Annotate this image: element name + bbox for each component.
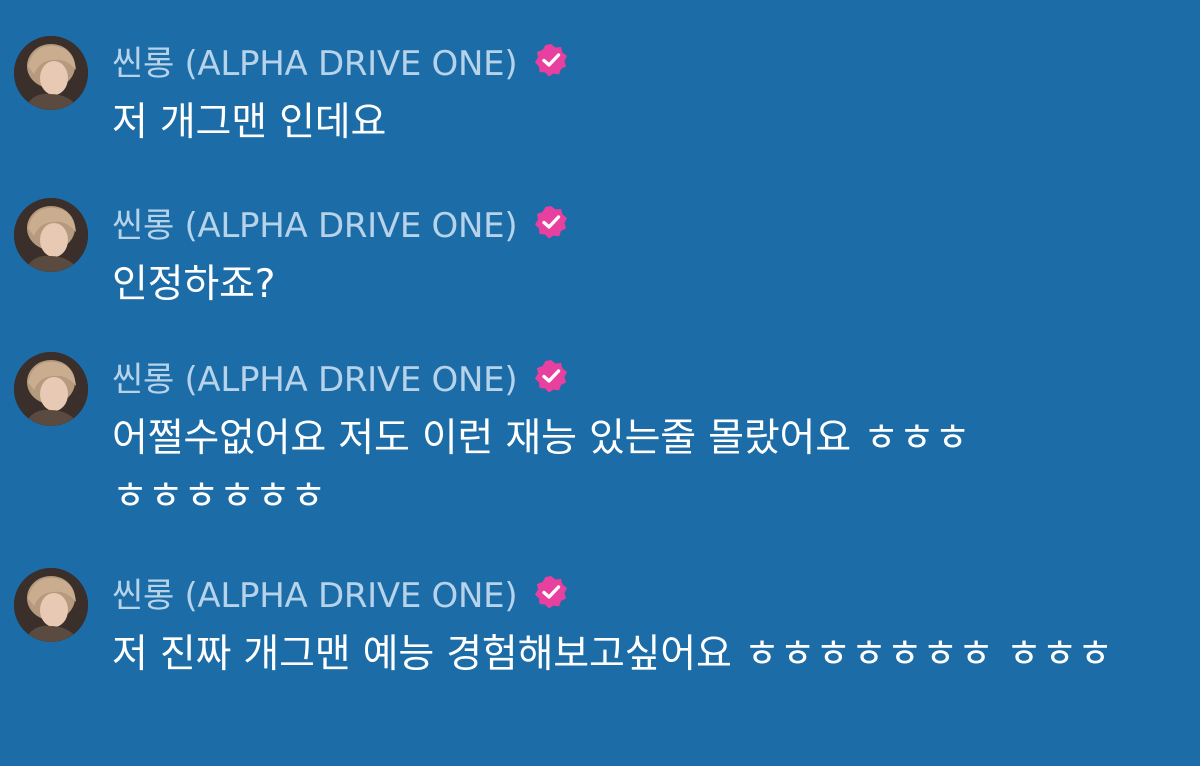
verified-badge-icon xyxy=(533,42,569,78)
message-text: 어쩔수없어요 저도 이런 재능 있는줄 몰랐어요 ㅎㅎㅎ ㅎㅎㅎㅎㅎㅎ xyxy=(112,416,971,519)
username[interactable]: 씬롱 (ALPHA DRIVE ONE) xyxy=(112,198,518,247)
chat-message-list: 씬롱 (ALPHA DRIVE ONE) 저 개그맨 인데요 씬롱 (ALPHA… xyxy=(0,0,1200,766)
verified-badge-icon xyxy=(533,204,569,240)
message-text: 인정하죠? xyxy=(112,262,276,307)
username-row: 씬롱 (ALPHA DRIVE ONE) xyxy=(112,36,569,85)
username-row: 씬롱 (ALPHA DRIVE ONE) xyxy=(112,352,569,401)
avatar[interactable] xyxy=(14,568,88,642)
avatar[interactable] xyxy=(14,352,88,426)
username-row: 씬롱 (ALPHA DRIVE ONE) xyxy=(112,568,569,617)
message-text: 저 진짜 개그맨 예능 경험해보고싶어요 ㅎㅎㅎㅎㅎㅎㅎ ㅎㅎㅎ xyxy=(112,632,1113,677)
avatar[interactable] xyxy=(14,36,88,110)
verified-badge-icon xyxy=(533,574,569,610)
avatar[interactable] xyxy=(14,198,88,272)
username[interactable]: 씬롱 (ALPHA DRIVE ONE) xyxy=(112,352,518,401)
username[interactable]: 씬롱 (ALPHA DRIVE ONE) xyxy=(112,568,518,617)
message-text: 저 개그맨 인데요 xyxy=(112,100,387,145)
username-row: 씬롱 (ALPHA DRIVE ONE) xyxy=(112,198,569,247)
username[interactable]: 씬롱 (ALPHA DRIVE ONE) xyxy=(112,36,518,85)
verified-badge-icon xyxy=(533,358,569,394)
